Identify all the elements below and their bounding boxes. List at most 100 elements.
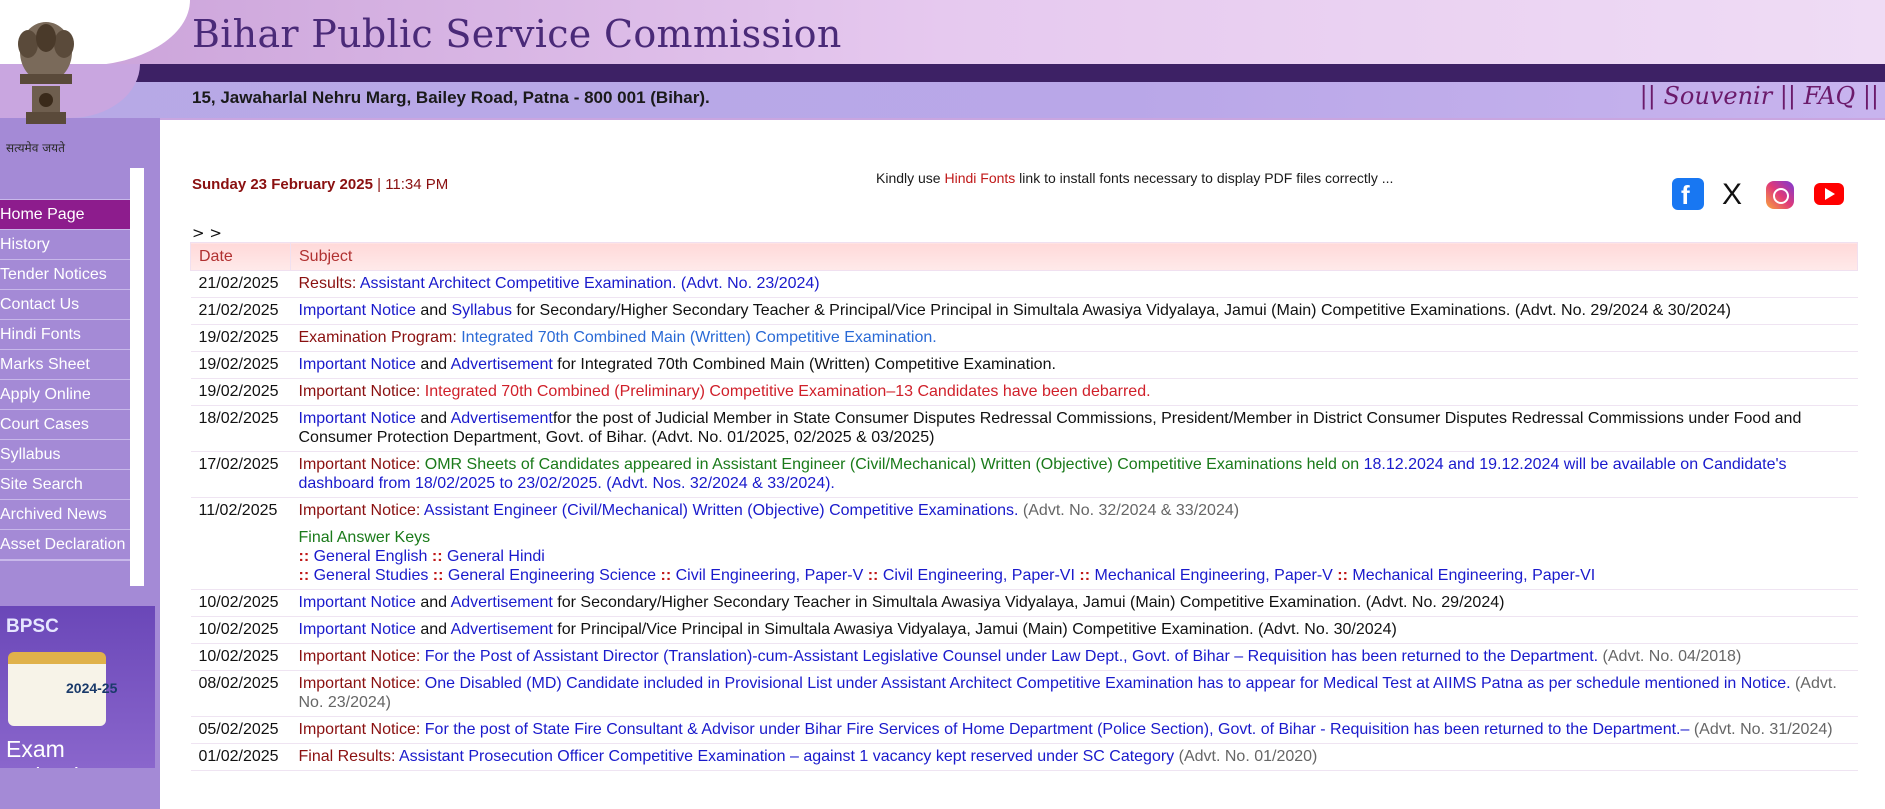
- row-date: 21/02/2025: [190, 270, 291, 298]
- notice-link[interactable]: Important Notice: [299, 356, 416, 373]
- sidebar-item-hindi-fonts[interactable]: Hindi Fonts: [0, 320, 130, 350]
- national-emblem-icon: [18, 22, 74, 124]
- table-row: 01/02/2025 Final Results: Assistant Prose…: [190, 743, 1858, 771]
- sidebar-item-home-page[interactable]: Home Page: [0, 200, 130, 230]
- hindi-fonts-link[interactable]: Hindi Fonts: [944, 170, 1015, 186]
- table-row: 21/02/2025 Important Notice and Syllabus …: [190, 297, 1858, 325]
- faq-link[interactable]: FAQ: [1804, 82, 1856, 110]
- answer-key-link[interactable]: General English: [314, 548, 428, 565]
- notice-link[interactable]: Advertisement: [451, 410, 553, 427]
- row-date: 05/02/2025: [190, 716, 291, 744]
- page-root: Bihar Public Service Commission 15, Jawa…: [0, 0, 1885, 809]
- sidebar-item-apply-online[interactable]: Apply Online: [0, 380, 130, 410]
- notice-link[interactable]: Important Notice: [299, 302, 416, 319]
- table-row: 19/02/2025 Important Notice and Advertise…: [190, 351, 1858, 379]
- office-address: 15, Jawaharlal Nehru Marg, Bailey Road, …: [192, 88, 710, 107]
- sidebar-item-site-search[interactable]: Site Search: [0, 470, 130, 500]
- row-subject: Important Notice: For the post of State …: [290, 716, 1858, 744]
- table-row: 10/02/2025 Important Notice and Advertise…: [190, 616, 1858, 644]
- col-subject-header: Subject: [290, 242, 1858, 271]
- nav-top-spacer: [0, 168, 130, 200]
- table-row: 10/02/2025 Important Notice and Advertise…: [190, 589, 1858, 617]
- row-subject: Results: Assistant Architect Competitive…: [290, 270, 1858, 298]
- notice-link[interactable]: Important Notice: [299, 621, 416, 638]
- date-text: Sunday 23 February 2025: [192, 176, 373, 193]
- site-title[interactable]: Bihar Public Service Commission: [192, 12, 842, 56]
- notice-text: for Secondary/Higher Secondary Teacher &…: [511, 302, 1731, 319]
- row-date: 10/02/2025: [190, 589, 291, 617]
- notice-link[interactable]: Advertisement: [451, 594, 553, 611]
- notice-text: (Advt. No. 01/2020): [1174, 748, 1318, 765]
- nav-bottom-spacer: [0, 560, 130, 586]
- answer-keys-line1: :: General English :: General Hindi: [299, 547, 1850, 566]
- row-date: 10/02/2025: [190, 643, 291, 671]
- instagram-icon[interactable]: [1766, 181, 1794, 209]
- sidebar-item-court-cases[interactable]: Court Cases: [0, 410, 130, 440]
- notice-text: Results:: [298, 275, 360, 292]
- sidebar-item-tender-notices[interactable]: Tender Notices: [0, 260, 130, 290]
- notice-link[interactable]: Syllabus: [451, 302, 511, 319]
- notice-link[interactable]: Assistant Architect Competitive Examinat…: [360, 275, 820, 292]
- notice-link[interactable]: Advertisement: [451, 356, 553, 373]
- notice-text: Important Notice:: [298, 456, 425, 473]
- youtube-icon[interactable]: [1814, 183, 1844, 205]
- answer-key-link[interactable]: General Studies: [314, 567, 429, 584]
- nav-scrollbar[interactable]: [130, 168, 144, 586]
- row-subject: Important Notice: Assistant Engineer (Ci…: [290, 497, 1858, 590]
- notice-link[interactable]: Assistant Prosecution Officer Competitiv…: [399, 748, 1174, 765]
- table-row: 19/02/2025 Examination Program: Integrate…: [190, 324, 1858, 352]
- notice-link[interactable]: Assistant Engineer (Civil/Mechanical) Wr…: [424, 502, 1019, 519]
- sidebar-item-history[interactable]: History: [0, 230, 130, 260]
- notice-link[interactable]: Important Notice: [299, 410, 416, 427]
- row-subject: Important Notice and Advertisement for S…: [290, 589, 1858, 617]
- sidebar-item-marks-sheet[interactable]: Marks Sheet: [0, 350, 130, 380]
- sidebar-item-asset-declaration[interactable]: Asset Declaration: [0, 530, 130, 560]
- answer-key-link[interactable]: Mechanical Engineering, Paper-VI: [1352, 567, 1595, 584]
- answer-keys: Final Answer Keys:: General English :: G…: [299, 528, 1850, 585]
- notice-link[interactable]: For the post of State Fire Consultant & …: [425, 721, 1690, 738]
- notice-text: for Principal/Vice Principal in Simultal…: [552, 621, 1397, 638]
- notice-text: Important Notice:: [298, 648, 425, 665]
- notice-link[interactable]: Advertisement: [451, 621, 553, 638]
- row-subject: Important Notice: For the Post of Assist…: [290, 643, 1858, 671]
- notice-text: Important Notice:: [298, 502, 424, 519]
- souvenir-link[interactable]: Souvenir: [1663, 82, 1772, 110]
- sidebar-item-contact-us[interactable]: Contact Us: [0, 290, 130, 320]
- row-date: 19/02/2025: [190, 378, 291, 406]
- header-divider: [0, 64, 1885, 82]
- answer-key-link[interactable]: General Engineering Science: [448, 567, 656, 584]
- notice-link[interactable]: Important Notice: [299, 594, 416, 611]
- notice-link[interactable]: One Disabled (MD) Candidate included in …: [425, 675, 1791, 692]
- separator: ::: [298, 548, 310, 565]
- answer-key-link[interactable]: General Hindi: [447, 548, 545, 565]
- notice-text: and: [415, 410, 451, 427]
- row-subject: Final Results: Assistant Prosecution Off…: [290, 743, 1858, 771]
- answer-key-link[interactable]: Civil Engineering, Paper-V: [676, 567, 864, 584]
- table-row: 10/02/2025 Important Notice: For the Post…: [190, 643, 1858, 671]
- row-subject: Important Notice and Advertisement for P…: [290, 616, 1858, 644]
- row-date: 17/02/2025: [190, 451, 291, 498]
- sidebar-item-syllabus[interactable]: Syllabus: [0, 440, 130, 470]
- notice-link[interactable]: For the Post of Assistant Director (Tran…: [425, 648, 1598, 665]
- row-subject: Important Notice: One Disabled (MD) Cand…: [290, 670, 1858, 717]
- table-row: 05/02/2025 Important Notice: For the post…: [190, 716, 1858, 744]
- answer-key-link[interactable]: Mechanical Engineering, Paper-V: [1094, 567, 1332, 584]
- notice-text: Final Results:: [298, 748, 399, 765]
- header-bottom-line: [0, 118, 1885, 120]
- notice-text: Important Notice:: [298, 721, 425, 738]
- notice-link[interactable]: Integrated 70th Combined (Preliminary) C…: [425, 383, 1151, 400]
- answer-key-link[interactable]: Civil Engineering, Paper-VI: [883, 567, 1075, 584]
- x-icon[interactable]: [1718, 178, 1750, 212]
- facebook-icon[interactable]: [1672, 178, 1704, 211]
- table-row: 08/02/2025 Important Notice: One Disabled…: [190, 670, 1858, 717]
- notice-text: and: [415, 302, 452, 319]
- notice-text: (Advt. No. 31/2024): [1689, 721, 1833, 738]
- row-date: 11/02/2025: [190, 497, 291, 590]
- row-subject: Important Notice and Advertisementfor th…: [290, 405, 1858, 452]
- emblem-caption: सत्यमेव जयते: [6, 141, 65, 155]
- sidebar-item-archived-news[interactable]: Archived News: [0, 500, 130, 530]
- separator: ::: [432, 567, 444, 584]
- notice-text: and: [415, 594, 451, 611]
- notice-link[interactable]: OMR Sheets of Candidates appeared in Ass…: [425, 456, 1364, 473]
- notice-link[interactable]: Integrated 70th Combined Main (Written) …: [461, 329, 936, 346]
